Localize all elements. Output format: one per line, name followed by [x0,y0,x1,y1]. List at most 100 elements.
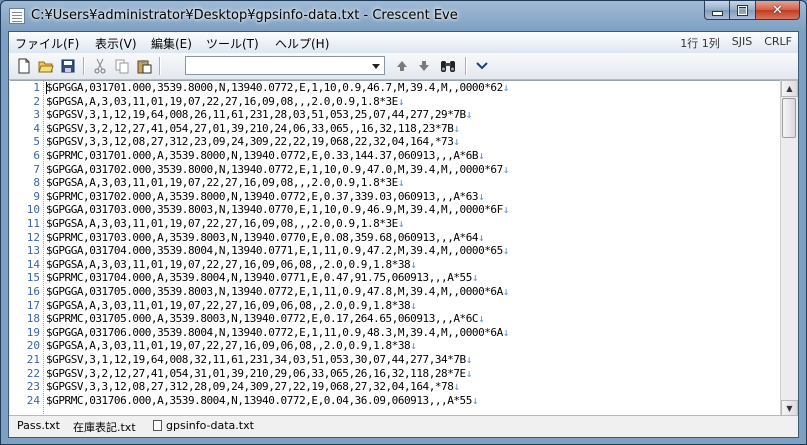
text-line[interactable]: 12 $GPRMC,031703.000,A,3539.8003,N,13940.… [10,231,782,245]
toolbar [9,53,798,80]
tab-inventory-txt[interactable]: 在庫表記.txt [73,419,136,435]
dropdown-arrow-icon[interactable] [372,64,380,69]
text-line[interactable]: 3 $GPGSV,3,1,12,19,64,008,26,11,61,231,28… [10,108,782,122]
line-text[interactable]: $GPGSA,A,3,03,11,01,19,07,22,27,16,09,08… [46,217,404,231]
text-file-icon [9,8,25,24]
line-number: 24 [26,393,40,407]
newline-mark: ↓ [502,81,510,94]
line-text[interactable]: $GPGSA,A,3,03,11,01,19,07,22,27,16,09,06… [46,299,417,313]
text-line[interactable]: 19 $GPGGA,031706.000,3539.8004,N,13940.07… [10,326,782,340]
line-text[interactable]: $GPGSV,3,2,12,27,41,054,31,01,39,210,29,… [46,367,472,381]
text-editor[interactable]: 1 $GPGGA,031701.000,3539.8000,N,13940.077… [10,80,782,418]
menu-edit[interactable]: 編集(E) [151,35,192,52]
cut-button[interactable] [91,57,109,75]
tab-pass-txt[interactable]: Pass.txt [17,419,60,432]
line-number: 23 [26,380,40,394]
line-number: 17 [26,298,40,312]
text-line[interactable]: 7 $GPGGA,031702.000,3539.8000,N,13940.077… [10,163,782,177]
line-text[interactable]: $GPGSV,3,1,12,19,64,008,26,11,61,231,28,… [46,108,472,122]
text-line[interactable]: 11 $GPGSA,A,3,03,11,01,19,07,22,27,16,09,… [10,217,782,231]
vertical-scrollbar[interactable]: ▲ ▼ [780,80,798,417]
paste-button[interactable] [135,57,153,75]
minimize-button[interactable] [704,1,730,20]
line-text[interactable]: $GPGSV,3,1,12,19,64,008,32,11,61,231,34,… [46,353,472,367]
line-text[interactable]: $GPGGA,031704.000,3539.8004,N,13940.0771… [46,244,509,258]
toolbar-separator [159,57,161,75]
tab-gpsinfo-data-txt[interactable]: gpsinfo-data.txt [153,419,254,432]
text-line[interactable]: 5 $GPGSV,3,3,12,08,27,312,23,09,24,309,22… [10,135,782,149]
find-button[interactable] [439,57,457,75]
text-line[interactable]: 13 $GPGGA,031704.000,3539.8004,N,13940.07… [10,244,782,258]
line-text[interactable]: $GPRMC,031702.000,A,3539.8000,N,13940.07… [46,190,485,204]
text-line[interactable]: 4 $GPGSV,3,2,12,27,41,054,27,01,39,210,24… [10,122,782,136]
line-text[interactable]: $GPGGA,031701.000,3539.8000,N,13940.0772… [46,81,509,95]
scroll-up-button[interactable]: ▲ [781,80,798,97]
find-next-button[interactable] [415,57,433,75]
toolbar-dropdown-button[interactable] [473,57,491,75]
menu-file[interactable]: ファイル(F) [15,35,79,52]
line-text[interactable]: $GPGGA,031706.000,3539.8004,N,13940.0772… [46,326,509,340]
text-line[interactable]: 6 $GPRMC,031701.000,A,3539.8000,N,13940.0… [10,149,782,163]
text-line[interactable]: 21 $GPGSV,3,1,12,19,64,008,32,11,61,231,3… [10,353,782,367]
text-line[interactable]: 20 $GPGSA,A,3,03,11,01,19,07,22,27,16,09,… [10,339,782,353]
text-line[interactable]: 14 $GPGSA,A,3,03,11,01,19,07,22,27,16,09,… [10,258,782,272]
text-line[interactable]: 18 $GPRMC,031705.000,A,3539.8003,N,13940.… [10,312,782,326]
line-text[interactable]: $GPGGA,031705.000,3539.8003,N,13940.0772… [46,285,509,299]
newline-indicator[interactable]: CRLF [764,35,792,51]
text-line[interactable]: 24 $GPRMC,031706.000,A,3539.8004,N,13940.… [10,394,782,408]
text-line[interactable]: 23 $GPGSV,3,3,12,08,27,312,28,09,24,309,2… [10,380,782,394]
line-text[interactable]: $GPGGA,031702.000,3539.8000,N,13940.0772… [46,163,509,177]
line-text[interactable]: $GPGSV,3,3,12,08,27,312,23,09,24,309,22,… [46,135,460,149]
encoding-indicator[interactable]: SJIS [732,35,752,51]
line-text[interactable]: $GPGSA,A,3,03,11,01,19,07,22,27,16,09,06… [46,258,417,272]
newline-mark: ↓ [478,230,485,244]
maximize-button[interactable] [730,1,756,20]
text-line[interactable]: 22 $GPGSV,3,2,12,27,41,054,31,01,39,210,2… [10,367,782,381]
line-text[interactable]: $GPGSA,A,3,03,11,01,19,07,22,27,16,09,06… [46,339,417,353]
line-text[interactable]: $GPRMC,031703.000,A,3539.8003,N,13940.07… [46,230,485,245]
copy-button[interactable] [113,57,131,75]
line-text[interactable]: $GPRMC,031706.000,A,3539.8004,N,13940.07… [46,393,479,408]
search-combobox[interactable] [185,56,385,75]
line-text[interactable]: $GPRMC,031701.000,A,3539.8000,N,13940.07… [46,149,485,163]
line-text[interactable]: $GPGGA,031703.000,3539.8003,N,13940.0770… [46,203,509,217]
line-text[interactable]: $GPGSA,A,3,03,11,01,19,07,22,27,16,09,08… [46,176,404,190]
line-text[interactable]: $GPGSA,A,3,03,11,01,19,07,22,27,16,09,08… [46,95,404,109]
text-line[interactable]: 9 $GPRMC,031702.000,A,3539.8000,N,13940.0… [10,190,782,204]
menu-tools[interactable]: ツール(T) [206,35,259,52]
line-text[interactable]: $GPGSV,3,2,12,27,41,054,27,01,39,210,24,… [46,122,460,136]
line-text[interactable]: $GPRMC,031704.000,A,3539.8004,N,13940.07… [46,271,479,285]
maximize-icon [737,4,748,16]
line-text[interactable]: $GPGSV,3,3,12,08,27,312,28,09,24,309,27,… [46,380,460,394]
text-line[interactable]: 10 $GPGGA,031703.000,3539.8003,N,13940.07… [10,203,782,217]
title-bar[interactable]: C:¥Users¥administrator¥Desktop¥gpsinfo-d… [1,1,806,31]
text-line[interactable]: 1 $GPGGA,031701.000,3539.8000,N,13940.077… [10,81,782,95]
new-file-icon [18,58,30,74]
text-line[interactable]: 17 $GPGSA,A,3,03,11,01,19,07,22,27,16,09,… [10,299,782,313]
text-line[interactable]: 15 $GPRMC,031704.000,A,3539.8004,N,13940.… [10,271,782,285]
new-file-button[interactable] [15,57,33,75]
save-button[interactable] [59,57,77,75]
newline-mark: ↓ [502,162,510,176]
document-icon [153,420,162,431]
line-number: 9 [33,189,40,203]
newline-mark: ↓ [502,285,510,298]
scroll-thumb[interactable] [782,98,796,138]
line-text[interactable]: $GPRMC,031705.000,A,3539.8003,N,13940.07… [46,312,485,326]
line-number: 10 [26,203,40,217]
newline-mark: ↓ [471,393,479,407]
find-previous-button[interactable] [393,57,411,75]
close-button[interactable]: ✕ [756,1,800,20]
text-line[interactable]: 16 $GPGGA,031705.000,3539.8003,N,13940.07… [10,285,782,299]
newline-mark: ↓ [471,271,479,285]
newline-mark: ↓ [453,135,460,149]
newline-mark: ↓ [453,121,460,135]
newline-mark: ↓ [397,94,405,108]
line-number: 16 [26,285,40,298]
open-file-button[interactable] [37,57,55,75]
menu-view[interactable]: 表示(V) [95,35,137,52]
menu-help[interactable]: ヘルプ(H) [275,35,329,52]
text-line[interactable]: 2 $GPGSA,A,3,03,11,01,19,07,22,27,16,09,0… [10,95,782,109]
line-number: 2 [33,94,40,108]
text-line[interactable]: 8 $GPGSA,A,3,03,11,01,19,07,22,27,16,09,0… [10,176,782,190]
